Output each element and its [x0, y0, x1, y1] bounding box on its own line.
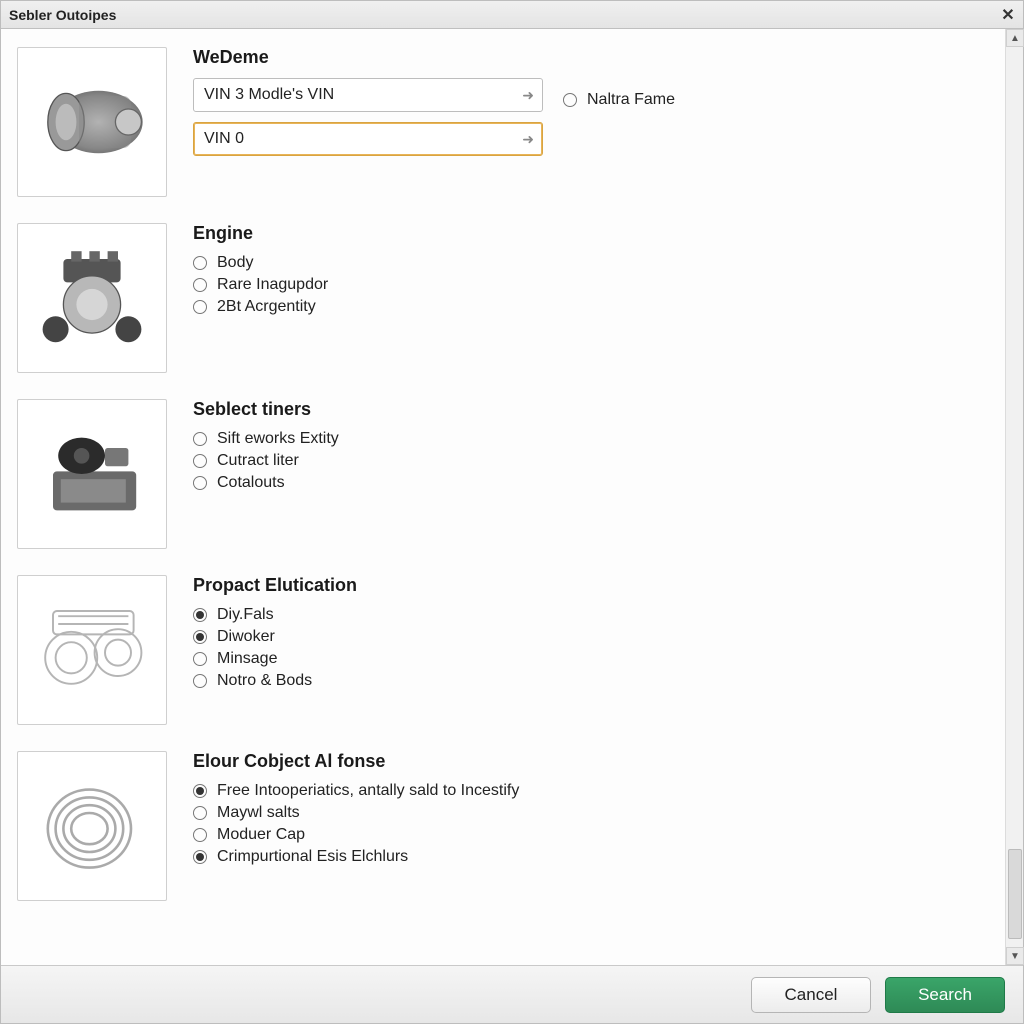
scroll-down-icon[interactable]: ▼: [1006, 947, 1024, 965]
radio-icon: [193, 278, 207, 292]
section-title: Engine: [193, 223, 983, 244]
radio-icon: [193, 850, 207, 864]
vertical-scrollbar[interactable]: ▲ ▼: [1005, 29, 1023, 965]
gearbox-icon: [27, 409, 157, 539]
section-title: Elour Cobject Al fonse: [193, 751, 983, 772]
scroll-up-icon[interactable]: ▲: [1006, 29, 1024, 47]
combo-value: VIN 3 Modle's VIN: [204, 86, 334, 104]
thumb-elour: [17, 751, 167, 901]
radio-label: Body: [217, 254, 253, 272]
radio-label: Maywl salts: [217, 804, 300, 822]
section-propact: Propact Elutication Diy.Fals Diwoker Min…: [17, 575, 983, 725]
section-seblect: Seblect tiners Sift eworks Extity Cutrac…: [17, 399, 983, 549]
elour-opt-moduer[interactable]: Moduer Cap: [193, 826, 983, 844]
radio-icon: [193, 476, 207, 490]
radio-icon: [193, 652, 207, 666]
naltra-fame-radio[interactable]: Naltra Fame: [563, 91, 675, 109]
rings-icon: [27, 761, 157, 891]
section-elour: Elour Cobject Al fonse Free Intooperiati…: [17, 751, 983, 901]
vin-0-combo[interactable]: VIN 0 ➜: [193, 122, 543, 156]
schematic-icon: [27, 585, 157, 715]
engine-opt-2bt[interactable]: 2Bt Acrgentity: [193, 298, 983, 316]
radio-icon: [193, 454, 207, 468]
radio-label: Cutract liter: [217, 452, 299, 470]
thumb-wedeme: [17, 47, 167, 197]
chevron-right-icon: ➜: [522, 87, 534, 104]
thumb-propact: [17, 575, 167, 725]
scroll-pane: WeDeme VIN 3 Modle's VIN ➜ Naltra Fame V…: [1, 29, 1005, 965]
elour-opt-free[interactable]: Free Intooperiatics, antally sald to Inc…: [193, 782, 983, 800]
button-label: Search: [918, 985, 972, 1005]
section-title: Seblect tiners: [193, 399, 983, 420]
radio-icon: [193, 674, 207, 688]
propact-opt-diwoker[interactable]: Diwoker: [193, 628, 983, 646]
seblect-opt-sift[interactable]: Sift eworks Extity: [193, 430, 983, 448]
engine-icon: [27, 233, 157, 363]
vin-model-combo[interactable]: VIN 3 Modle's VIN ➜: [193, 78, 543, 112]
radio-icon: [193, 432, 207, 446]
propact-opt-notro[interactable]: Notro & Bods: [193, 672, 983, 690]
dialog-window: Sebler Outoipes ✕ WeDeme: [0, 0, 1024, 1024]
radio-icon: [193, 784, 207, 798]
radio-label: Naltra Fame: [587, 91, 675, 109]
seblect-opt-cotalouts[interactable]: Cotalouts: [193, 474, 983, 492]
propact-opt-diyfals[interactable]: Diy.Fals: [193, 606, 983, 624]
radio-label: Notro & Bods: [217, 672, 312, 690]
engine-opt-body[interactable]: Body: [193, 254, 983, 272]
radio-label: Diy.Fals: [217, 606, 274, 624]
button-label: Cancel: [785, 985, 838, 1005]
radio-label: Cotalouts: [217, 474, 285, 492]
radio-icon: [193, 828, 207, 842]
radio-label: Free Intooperiatics, antally sald to Inc…: [217, 782, 519, 800]
propact-opt-minsage[interactable]: Minsage: [193, 650, 983, 668]
radio-icon: [193, 608, 207, 622]
radio-icon: [193, 630, 207, 644]
radio-icon: [193, 300, 207, 314]
combo-value: VIN 0: [204, 130, 244, 148]
elour-opt-crimp[interactable]: Crimpurtional Esis Elchlurs: [193, 848, 983, 866]
radio-label: Crimpurtional Esis Elchlurs: [217, 848, 408, 866]
search-button[interactable]: Search: [885, 977, 1005, 1013]
content-area: WeDeme VIN 3 Modle's VIN ➜ Naltra Fame V…: [1, 29, 1023, 965]
seblect-opt-cutract[interactable]: Cutract liter: [193, 452, 983, 470]
radio-label: Minsage: [217, 650, 277, 668]
radio-icon: [193, 806, 207, 820]
title-bar: Sebler Outoipes ✕: [1, 1, 1023, 29]
engine-opt-rare[interactable]: Rare Inagupdor: [193, 276, 983, 294]
radio-label: Rare Inagupdor: [217, 276, 328, 294]
turbine-icon: [27, 57, 157, 187]
elour-opt-maywl[interactable]: Maywl salts: [193, 804, 983, 822]
chevron-right-icon: ➜: [522, 131, 534, 148]
dialog-footer: Cancel Search: [1, 965, 1023, 1023]
radio-icon: [193, 256, 207, 270]
radio-icon: [563, 93, 577, 107]
scroll-thumb[interactable]: [1008, 849, 1022, 939]
thumb-engine: [17, 223, 167, 373]
section-title: Propact Elutication: [193, 575, 983, 596]
section-title: WeDeme: [193, 47, 983, 68]
radio-label: Moduer Cap: [217, 826, 305, 844]
radio-label: Sift eworks Extity: [217, 430, 339, 448]
thumb-seblect: [17, 399, 167, 549]
cancel-button[interactable]: Cancel: [751, 977, 871, 1013]
radio-label: Diwoker: [217, 628, 275, 646]
section-wedeme: WeDeme VIN 3 Modle's VIN ➜ Naltra Fame V…: [17, 47, 983, 197]
radio-label: 2Bt Acrgentity: [217, 298, 316, 316]
close-icon[interactable]: ✕: [999, 6, 1017, 24]
window-title: Sebler Outoipes: [9, 7, 116, 23]
section-engine: Engine Body Rare Inagupdor 2Bt Acrgentit…: [17, 223, 983, 373]
